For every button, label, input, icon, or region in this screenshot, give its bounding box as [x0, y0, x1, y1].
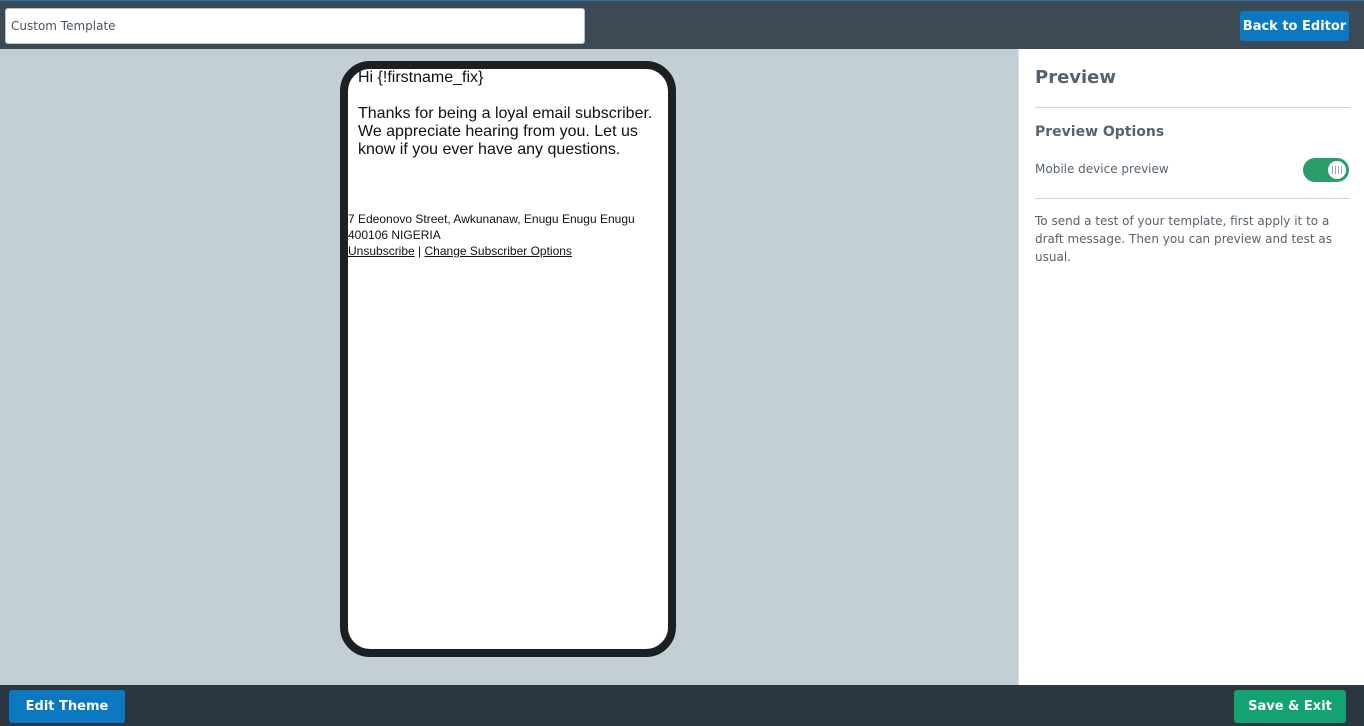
sidebar-divider	[1035, 198, 1350, 199]
address-line-1: 7 Edeonovo Street, Awkunanaw, Enugu Enug…	[348, 212, 635, 226]
link-separator: |	[418, 244, 422, 258]
preview-canvas: Hi {!firstname_fix} Thanks for being a l…	[0, 49, 1018, 685]
sidebar-divider	[1035, 107, 1350, 108]
mobile-device-frame: Hi {!firstname_fix} Thanks for being a l…	[340, 61, 676, 657]
grip-icon	[1332, 166, 1342, 174]
email-footer: 7 Edeonovo Street, Awkunanaw, Enugu Enug…	[348, 211, 668, 259]
template-name-input[interactable]	[5, 8, 585, 44]
edit-theme-button[interactable]: Edit Theme	[9, 690, 125, 723]
save-exit-button[interactable]: Save & Exit	[1234, 690, 1346, 723]
toggle-knob	[1328, 161, 1346, 179]
back-to-editor-button[interactable]: Back to Editor	[1240, 11, 1349, 41]
bottom-bar: Edit Theme Save & Exit	[0, 685, 1364, 726]
change-subscriber-options-link[interactable]: Change Subscriber Options	[425, 244, 572, 258]
mobile-preview-label: Mobile device preview	[1035, 162, 1169, 176]
unsubscribe-link[interactable]: Unsubscribe	[348, 244, 415, 258]
email-body-text: Thanks for being a loyal email subscribe…	[358, 105, 653, 158]
footer-links: Unsubscribe | Change Subscriber Options	[348, 243, 668, 259]
email-content: Hi {!firstname_fix} Thanks for being a l…	[358, 69, 662, 159]
preview-options-heading: Preview Options	[1035, 124, 1165, 140]
mobile-preview-toggle[interactable]	[1303, 158, 1349, 182]
top-bar: Back to Editor	[0, 0, 1364, 49]
email-greeting: Hi {!firstname_fix}	[358, 69, 484, 86]
sidebar-title: Preview	[1035, 67, 1117, 88]
test-send-note: To send a test of your template, first a…	[1035, 214, 1332, 264]
preview-sidebar: Preview Preview Options Mobile device pr…	[1018, 49, 1364, 685]
address-line-2: 400106 NIGERIA	[348, 228, 441, 242]
